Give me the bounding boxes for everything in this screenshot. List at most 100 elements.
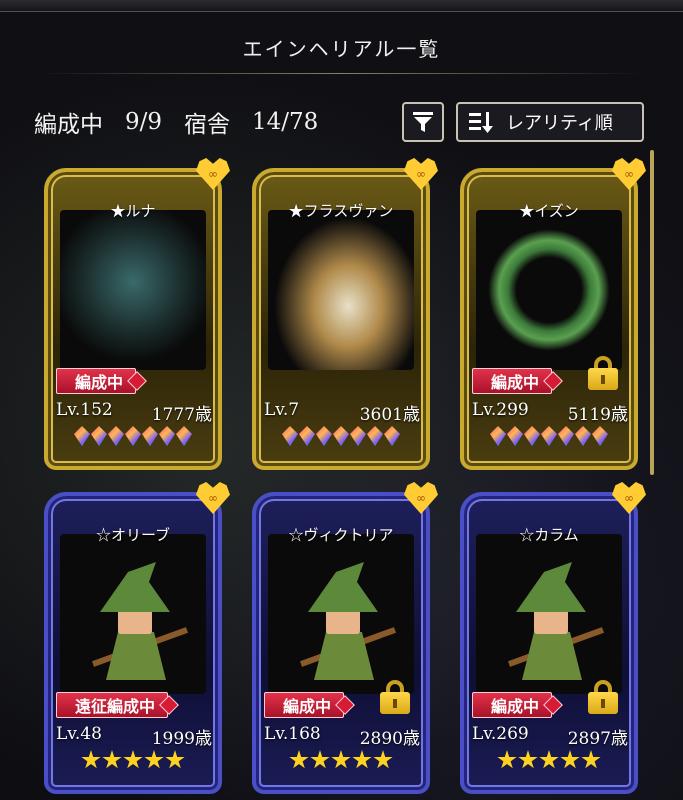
card-stats: Lv.152 1777歳 xyxy=(56,400,212,425)
rainbow-gem-icon xyxy=(592,426,608,446)
level-text: Lv.152 xyxy=(56,400,113,420)
dorm-count: 14/78 xyxy=(252,109,319,135)
top-status-strip xyxy=(0,0,683,12)
rainbow-gem-icon xyxy=(74,426,90,446)
rainbow-gem-icon xyxy=(125,426,141,446)
rarity-row xyxy=(62,426,204,450)
character-card[interactable]: ★ルナ 編成中 Lv.152 1777歳 ∞ xyxy=(44,158,230,470)
party-status-badge: 編成中 xyxy=(264,692,345,718)
party-status-badge: 編成中 xyxy=(56,368,137,394)
sprite-part xyxy=(100,562,170,612)
rarity-row xyxy=(478,750,620,774)
level-text: Lv.48 xyxy=(56,724,102,744)
star-icon xyxy=(144,750,164,769)
character-name: ☆ヴィクトリア xyxy=(288,526,394,544)
sprite-part xyxy=(516,562,586,612)
character-card[interactable]: ★フラスヴァン Lv.7 3601歳 ∞ xyxy=(252,158,438,470)
party-count: 9/9 xyxy=(125,109,163,135)
character-name: ★ルナ xyxy=(110,202,156,220)
rainbow-gem-icon xyxy=(91,426,107,446)
rainbow-gem-icon xyxy=(176,426,192,446)
card-stats: Lv.299 5119歳 xyxy=(472,400,628,425)
level-text: Lv.168 xyxy=(264,724,321,744)
lock-icon[interactable] xyxy=(588,680,618,714)
scrollbar[interactable] xyxy=(650,150,654,475)
star-icon xyxy=(560,750,580,769)
character-name: ★フラスヴァン xyxy=(288,202,394,220)
lock-icon[interactable] xyxy=(588,356,618,390)
rainbow-gem-icon xyxy=(159,426,175,446)
star-icon xyxy=(289,750,309,769)
age-text: 2890歳 xyxy=(359,729,420,749)
party-status-badge: 遠征編成中 xyxy=(56,692,169,718)
age-text: 3601歳 xyxy=(359,405,420,425)
star-icon xyxy=(331,750,351,769)
star-icon xyxy=(310,750,330,769)
rarity-row xyxy=(62,750,204,774)
age-text: 1777歳 xyxy=(151,405,212,425)
rainbow-gem-icon xyxy=(575,426,591,446)
age-text: 1999歳 xyxy=(151,729,212,749)
character-portrait xyxy=(268,534,414,694)
star-icon xyxy=(373,750,393,769)
character-card[interactable]: ☆ヴィクトリア 編成中 Lv.168 2890歳 ∞ xyxy=(252,482,438,794)
rainbow-gem-icon xyxy=(384,426,400,446)
level-text: Lv.7 xyxy=(264,400,300,420)
rarity-row xyxy=(270,750,412,774)
character-card[interactable]: ☆オリーブ 遠征編成中 Lv.48 1999歳 ∞ xyxy=(44,482,230,794)
star-icon xyxy=(539,750,559,769)
character-name: ☆カラム xyxy=(519,526,579,544)
rainbow-gem-icon xyxy=(108,426,124,446)
character-card[interactable]: ★イズン 編成中 Lv.299 5119歳 ∞ xyxy=(460,158,646,470)
character-portrait xyxy=(476,210,622,370)
rainbow-gem-icon xyxy=(541,426,557,446)
rainbow-gem-icon xyxy=(350,426,366,446)
dorm-label: 宿舎 xyxy=(184,112,231,138)
card-stats: Lv.168 2890歳 xyxy=(264,724,420,749)
header: エインヘリアル一覧 xyxy=(0,12,683,82)
star-icon xyxy=(497,750,517,769)
star-icon xyxy=(518,750,538,769)
rainbow-gem-icon xyxy=(316,426,332,446)
party-status-badge: 編成中 xyxy=(472,692,553,718)
star-icon xyxy=(81,750,101,769)
filter-button[interactable] xyxy=(402,102,444,142)
rarity-row xyxy=(270,426,412,450)
age-text: 2897歳 xyxy=(567,729,628,749)
star-icon xyxy=(352,750,372,769)
rainbow-gem-icon xyxy=(142,426,158,446)
character-name: ★イズン xyxy=(519,202,579,220)
rarity-row xyxy=(478,426,620,450)
page-title: エインヘリアル一覧 xyxy=(242,36,441,61)
lock-icon[interactable] xyxy=(380,680,410,714)
character-portrait xyxy=(268,210,414,370)
party-label: 編成中 xyxy=(34,112,103,138)
level-text: Lv.269 xyxy=(472,724,529,744)
age-text: 5119歳 xyxy=(567,405,628,425)
character-name: ☆オリーブ xyxy=(95,526,171,544)
card-stats: Lv.7 3601歳 xyxy=(264,400,420,425)
star-icon xyxy=(102,750,122,769)
card-stats: Lv.269 2897歳 xyxy=(472,724,628,749)
filter-funnel-icon xyxy=(413,112,433,132)
sort-button[interactable]: レアリティ順 xyxy=(456,102,644,142)
rainbow-gem-icon xyxy=(367,426,383,446)
rainbow-gem-icon xyxy=(558,426,574,446)
rainbow-gem-icon xyxy=(490,426,506,446)
star-icon xyxy=(581,750,601,769)
rainbow-gem-icon xyxy=(299,426,315,446)
star-icon xyxy=(165,750,185,769)
rainbow-gem-icon xyxy=(524,426,540,446)
sort-label: レアリティ順 xyxy=(506,113,613,134)
rainbow-gem-icon xyxy=(507,426,523,446)
card-stats: Lv.48 1999歳 xyxy=(56,724,212,749)
header-divider xyxy=(40,73,643,74)
character-portrait xyxy=(476,534,622,694)
party-status-badge: 編成中 xyxy=(472,368,553,394)
character-card[interactable]: ☆カラム 編成中 Lv.269 2897歳 ∞ xyxy=(460,482,646,794)
star-icon xyxy=(123,750,143,769)
sprite-part xyxy=(308,562,378,612)
sort-list-icon xyxy=(469,112,493,133)
rainbow-gem-icon xyxy=(333,426,349,446)
level-text: Lv.299 xyxy=(472,400,529,420)
